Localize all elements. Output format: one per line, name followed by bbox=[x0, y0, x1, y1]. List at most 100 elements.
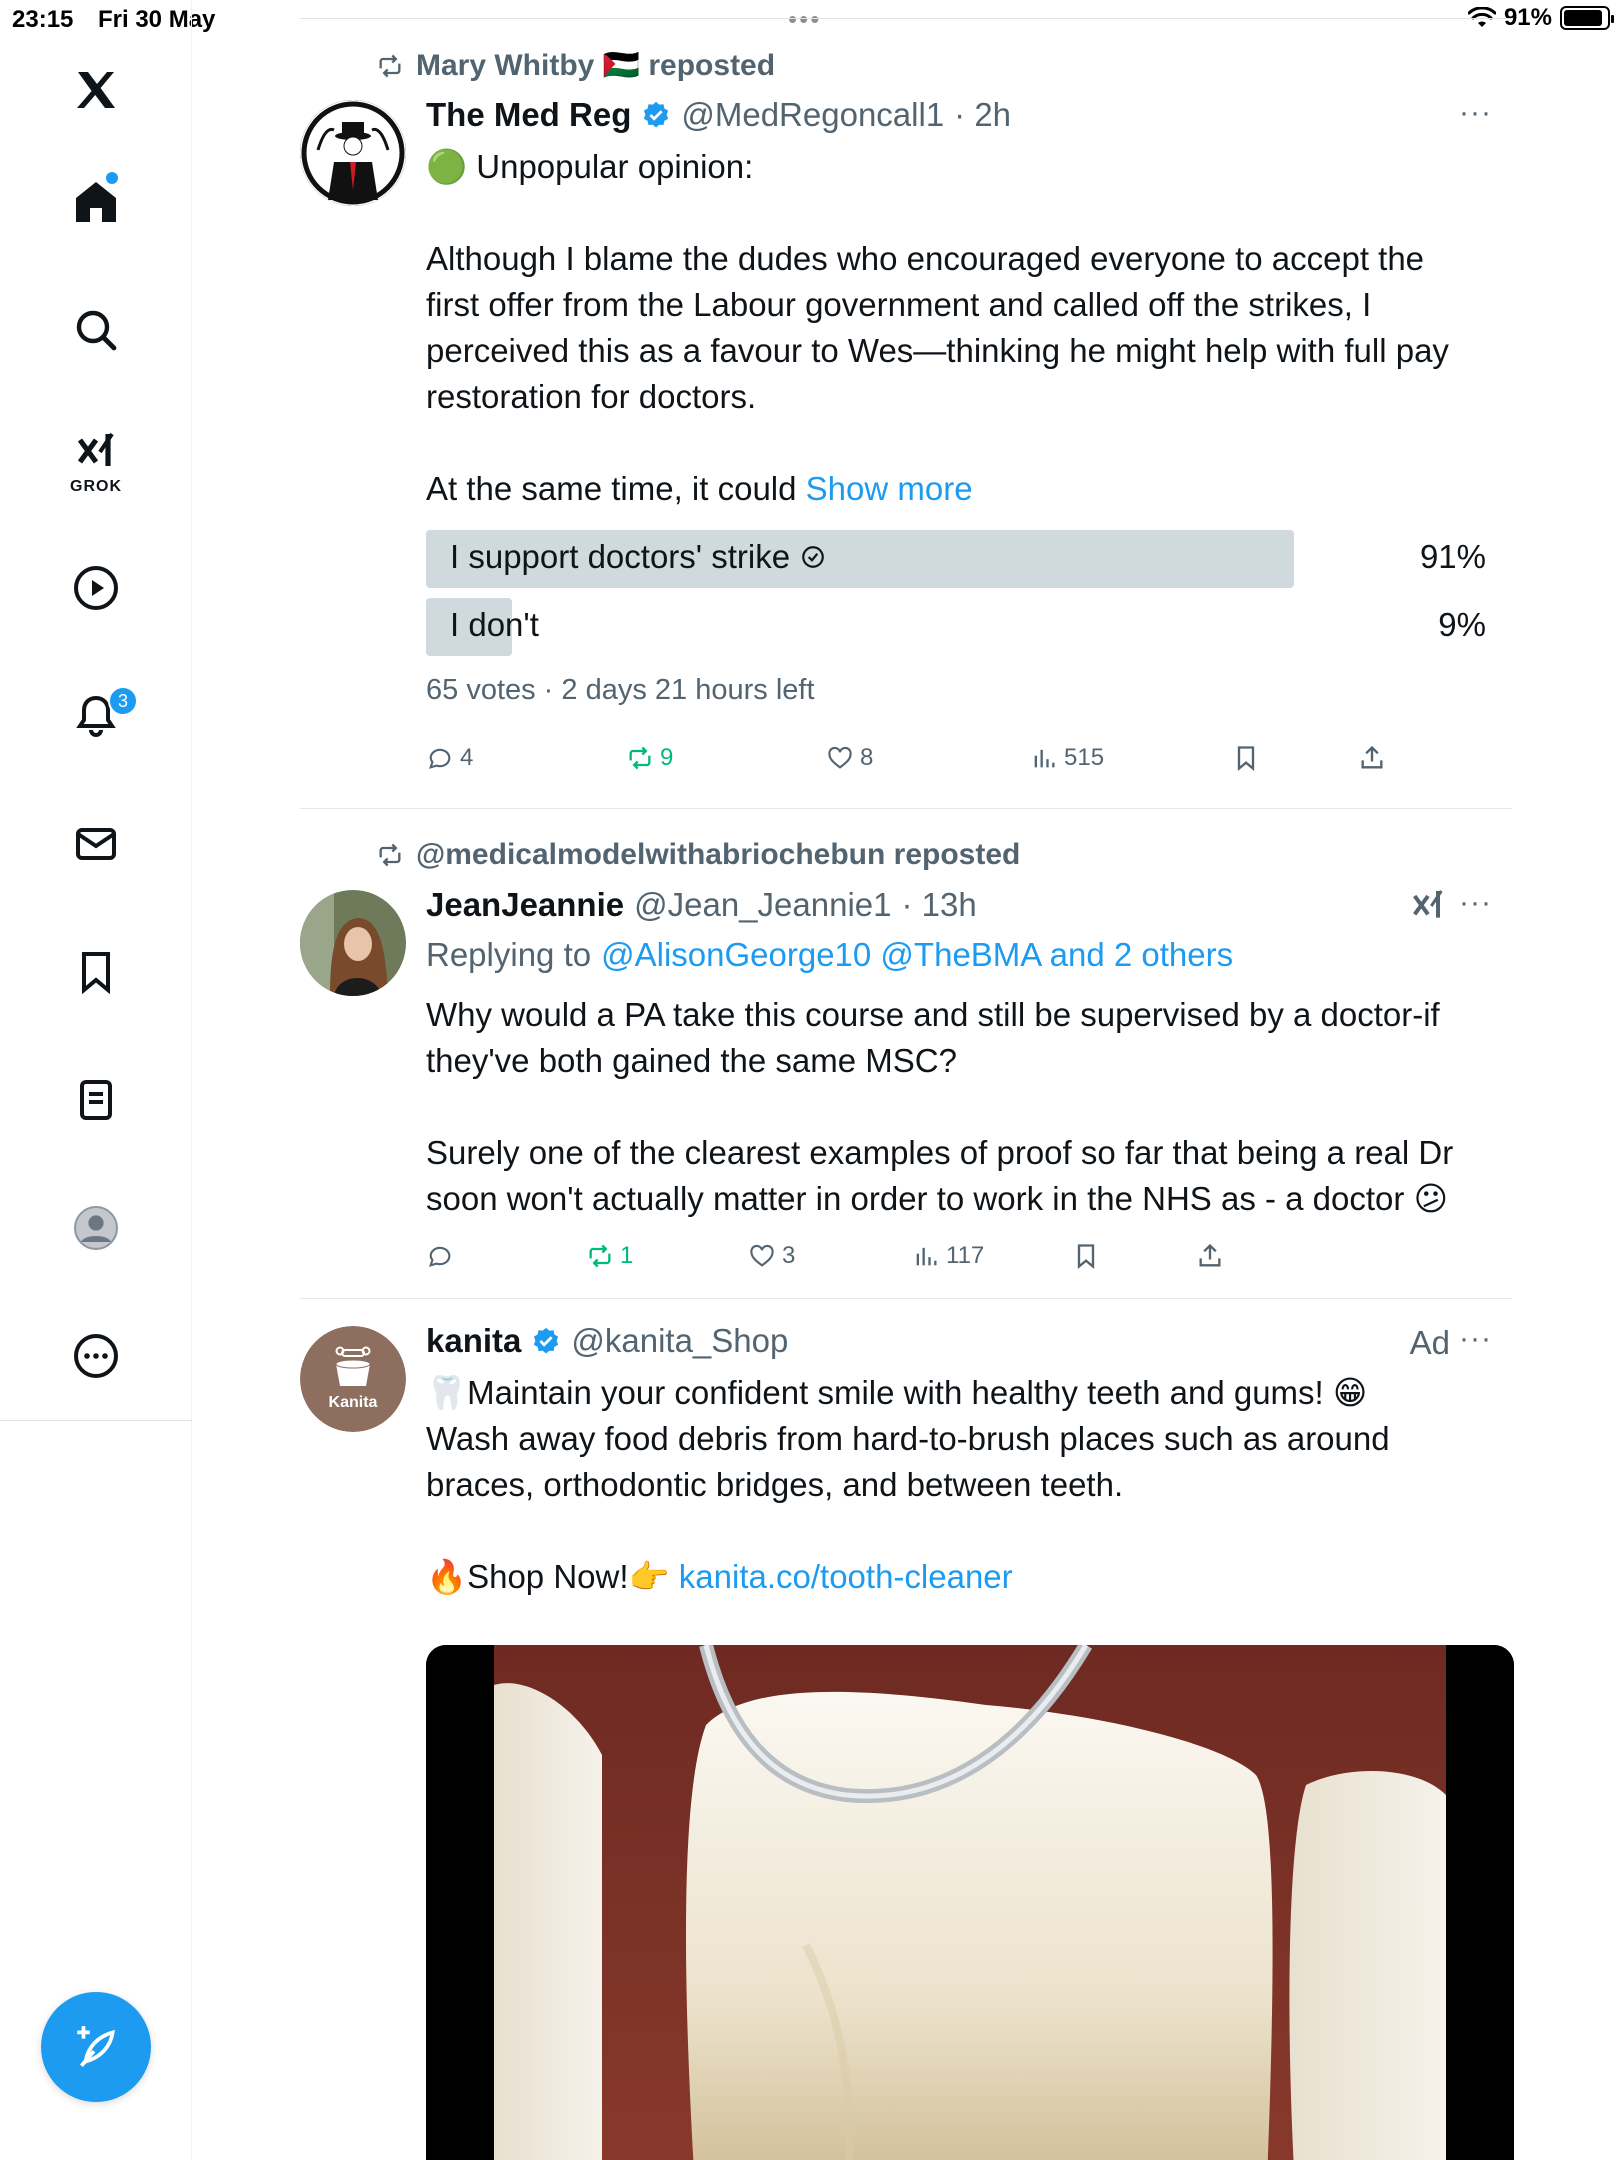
like-button[interactable]: 8 bbox=[826, 744, 873, 772]
compose-button[interactable] bbox=[41, 1992, 151, 2102]
poll-option-label-wrap: I don't bbox=[450, 606, 539, 644]
bookmark-icon bbox=[1237, 746, 1255, 771]
replying-to: Replying to @AlisonGeorge10 @TheBMA and … bbox=[426, 936, 1233, 974]
reply-button[interactable]: 4 bbox=[426, 744, 473, 772]
bookmark-icon bbox=[1077, 1244, 1095, 1269]
repost-count: 1 bbox=[620, 1242, 634, 1269]
x-logo-icon[interactable] bbox=[66, 60, 126, 120]
reply-icon bbox=[429, 748, 451, 769]
author-handle[interactable]: @Jean_Jeannie1 bbox=[634, 886, 891, 924]
post-time[interactable]: · 2h bbox=[954, 96, 1011, 134]
more-circle-icon[interactable] bbox=[66, 1326, 126, 1386]
post-header: JeanJeannie @Jean_Jeannie1 · 13h bbox=[426, 886, 977, 924]
profile-avatar-icon[interactable] bbox=[66, 1198, 126, 1258]
show-more-link[interactable]: Show more bbox=[806, 470, 973, 507]
grok-explain-icon[interactable] bbox=[1408, 886, 1448, 931]
bookmark-button[interactable] bbox=[1072, 1242, 1100, 1270]
play-icon[interactable] bbox=[66, 558, 126, 618]
views-icon bbox=[1034, 749, 1055, 768]
views-count: 515 bbox=[1064, 744, 1105, 771]
repost-button[interactable]: 1 bbox=[586, 1242, 633, 1270]
post-more-icon[interactable]: ··· bbox=[1459, 1322, 1492, 1356]
shop-prefix: 🔥Shop Now!👉 bbox=[426, 1558, 670, 1595]
post-text-line: 🔥Shop Now!👉 kanita.co/tooth-cleaner bbox=[426, 1554, 1486, 1600]
repost-by[interactable]: Mary Whitby 🇵🇸 reposted bbox=[416, 48, 775, 83]
grok-label: GROK bbox=[70, 478, 122, 495]
poll-option-label: I support doctors' strike bbox=[450, 538, 791, 575]
search-icon[interactable] bbox=[66, 300, 126, 360]
sidebar-divider bbox=[0, 1420, 192, 1421]
home-unread-dot bbox=[106, 172, 118, 184]
status-bar: 23:15 Fri 30 May ••• 91% bbox=[0, 0, 1620, 40]
bookmark-icon[interactable] bbox=[66, 942, 126, 1002]
post-time[interactable]: · 13h bbox=[902, 886, 977, 924]
post-text: 🟢 Unpopular opinion: Although I blame th… bbox=[426, 144, 1486, 512]
repost-by[interactable]: @medicalmodelwithabriochebun reposted bbox=[416, 838, 1020, 872]
poll-option[interactable]: I support doctors' strike 91% bbox=[426, 530, 1486, 588]
share-button[interactable] bbox=[1196, 1242, 1224, 1270]
repost-button[interactable]: 9 bbox=[626, 744, 673, 772]
list-icon[interactable] bbox=[66, 1070, 126, 1130]
heart-icon bbox=[828, 746, 852, 769]
author-name[interactable]: The Med Reg bbox=[426, 96, 631, 134]
compose-feather-icon bbox=[77, 2026, 115, 2067]
teeth-closeup-image bbox=[426, 1645, 1514, 2160]
post-header: The Med Reg @MedRegoncall1 · 2h bbox=[426, 96, 1011, 134]
post-text-line: 🦷Maintain your confident smile with heal… bbox=[426, 1374, 1368, 1411]
like-count: 3 bbox=[782, 1242, 796, 1269]
like-count: 8 bbox=[860, 744, 874, 771]
post-header: kanita @kanita_Shop bbox=[426, 1322, 788, 1360]
repost-icon bbox=[589, 1244, 611, 1268]
check-circle-icon bbox=[802, 546, 824, 568]
post-text-line: Why would a PA take this course and stil… bbox=[426, 996, 1440, 1079]
mail-icon[interactable] bbox=[66, 814, 126, 874]
poll-option[interactable]: I don't 9% bbox=[426, 598, 1486, 656]
share-icon bbox=[1361, 745, 1383, 769]
post-text-line: At the same time, it could Show more bbox=[426, 466, 1486, 512]
replying-to-handles[interactable]: @AlisonGeorge10 @TheBMA and 2 others bbox=[601, 936, 1233, 974]
reply-button[interactable] bbox=[426, 1242, 460, 1270]
author-name[interactable]: JeanJeannie bbox=[426, 886, 624, 924]
shop-link[interactable]: kanita.co/tooth-cleaner bbox=[679, 1558, 1013, 1595]
poll-option-label: I don't bbox=[450, 606, 539, 643]
avatar[interactable] bbox=[300, 100, 406, 206]
ad-media-image[interactable] bbox=[426, 1645, 1514, 2160]
poll-option-label-wrap: I support doctors' strike bbox=[450, 538, 826, 576]
post-actions: 4 9 8 515 bbox=[426, 744, 1486, 784]
repost-indicator: @medicalmodelwithabriochebun reposted bbox=[376, 838, 1020, 872]
share-icon bbox=[1199, 1243, 1221, 1267]
verified-badge-icon bbox=[534, 1327, 559, 1354]
sidebar: GROK 3 bbox=[0, 0, 192, 2160]
post-more-icon[interactable]: ··· bbox=[1459, 886, 1492, 920]
like-button[interactable]: 3 bbox=[748, 1242, 795, 1270]
avatar[interactable] bbox=[300, 890, 406, 996]
repost-icon bbox=[629, 746, 651, 770]
post-divider bbox=[300, 808, 1512, 809]
author-handle[interactable]: @kanita_Shop bbox=[571, 1322, 788, 1360]
battery-icon bbox=[1560, 6, 1614, 30]
author-name[interactable]: kanita bbox=[426, 1322, 521, 1360]
post-more-icon[interactable]: ··· bbox=[1459, 96, 1492, 130]
grok-icon[interactable] bbox=[66, 422, 126, 482]
bone-bowl-icon bbox=[335, 1346, 371, 1386]
post-text-line: Wash away food debris from hard-to-brush… bbox=[426, 1420, 1390, 1503]
notifications-badge: 3 bbox=[108, 686, 138, 716]
reply-count: 4 bbox=[460, 744, 474, 771]
views-count: 117 bbox=[946, 1242, 985, 1269]
reply-icon bbox=[429, 1246, 451, 1267]
views-button[interactable]: 117 bbox=[912, 1242, 984, 1270]
poll-option-percent: 9% bbox=[1438, 606, 1486, 643]
timeline-top-rule bbox=[300, 18, 1512, 19]
post-actions: 1 3 117 bbox=[426, 1242, 1486, 1282]
repost-count: 9 bbox=[660, 744, 674, 771]
multitasking-dots-icon[interactable]: ••• bbox=[788, 4, 821, 35]
bookmark-button[interactable] bbox=[1232, 744, 1260, 772]
repost-icon bbox=[379, 843, 401, 867]
repost-indicator: Mary Whitby 🇵🇸 reposted bbox=[376, 48, 775, 83]
author-handle[interactable]: @MedRegoncall1 bbox=[681, 96, 944, 134]
heart-icon bbox=[750, 1244, 774, 1267]
share-button[interactable] bbox=[1358, 744, 1386, 772]
avatar[interactable]: Kanita bbox=[300, 1326, 406, 1432]
post-text-line: Although I blame the dudes who encourage… bbox=[426, 240, 1449, 415]
views-button[interactable]: 515 bbox=[1030, 744, 1104, 772]
